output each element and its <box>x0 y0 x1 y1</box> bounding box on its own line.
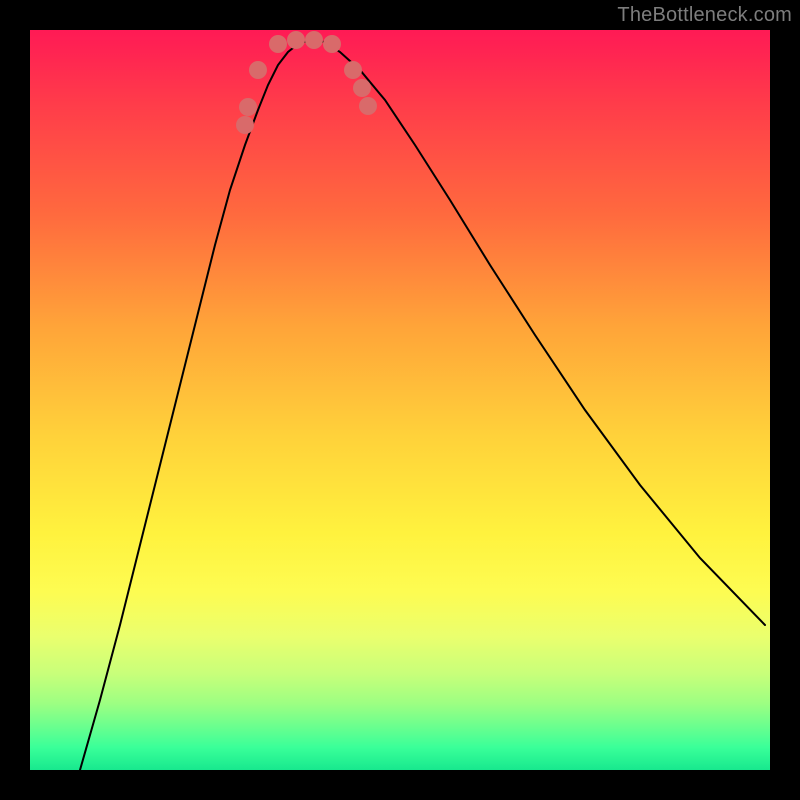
watermark-text: TheBottleneck.com <box>617 4 792 27</box>
chart-svg <box>30 30 770 770</box>
chart-marker <box>287 31 305 49</box>
chart-curve <box>80 40 765 770</box>
chart-marker <box>239 98 257 116</box>
chart-marker <box>359 97 377 115</box>
chart-frame: TheBottleneck.com <box>0 0 800 800</box>
chart-marker <box>353 79 371 97</box>
chart-marker <box>269 35 287 53</box>
chart-marker <box>305 31 323 49</box>
chart-plot-area <box>30 30 770 770</box>
chart-marker <box>323 35 341 53</box>
chart-marker <box>344 61 362 79</box>
chart-marker <box>249 61 267 79</box>
chart-marker <box>236 116 254 134</box>
